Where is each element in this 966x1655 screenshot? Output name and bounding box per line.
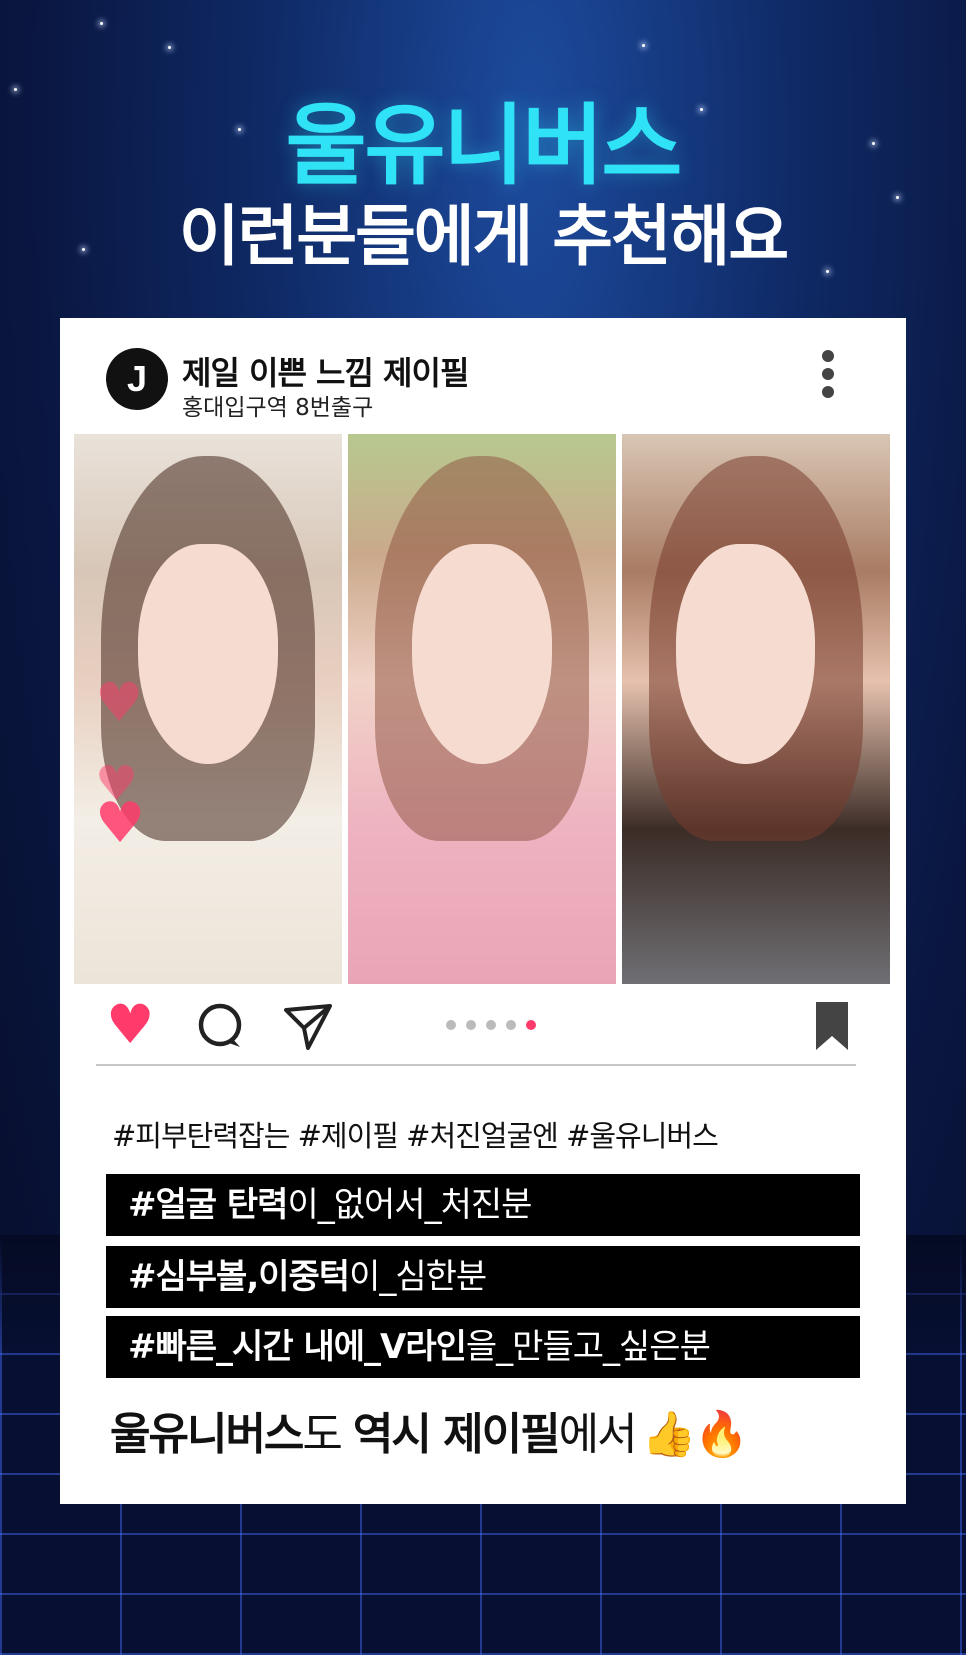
highlight-line-2: #심부볼,이중턱이_심한분 bbox=[106, 1246, 860, 1308]
closing-caption: 울유니버스도 역시 제이필에서 👍🔥 bbox=[110, 1409, 750, 1460]
page-title: 울유니버스 bbox=[285, 94, 683, 197]
thumbs-up-fire-icon: 👍🔥 bbox=[641, 1409, 750, 1460]
photo-strip[interactable] bbox=[74, 434, 890, 984]
highlight-line-3: #빠른_시간 내에_V라인을_만들고_싶은분 bbox=[106, 1316, 860, 1378]
bookmark-icon[interactable] bbox=[812, 1000, 852, 1052]
send-icon[interactable] bbox=[282, 1000, 334, 1052]
post-card: J 제일 이쁜 느낌 제이필 홍대입구역 8번출구 ♥ ♥ ♥ ♥ #피부탄력잡… bbox=[60, 318, 906, 1504]
photo-3 bbox=[622, 434, 890, 984]
floating-heart-icon: ♥ bbox=[95, 791, 146, 856]
floating-heart-icon: ♥ bbox=[95, 671, 144, 734]
page-subtitle: 이런분들에게 추천해요 bbox=[178, 198, 789, 275]
post-location[interactable]: 홍대입구역 8번출구 bbox=[182, 388, 373, 422]
divider bbox=[96, 1064, 856, 1066]
photo-2 bbox=[348, 434, 616, 984]
avatar[interactable]: J bbox=[106, 348, 168, 410]
comment-icon[interactable] bbox=[194, 1000, 246, 1052]
post-actions: ♥ bbox=[106, 998, 866, 1060]
carousel-indicator bbox=[446, 1020, 536, 1030]
more-options-icon[interactable] bbox=[818, 350, 838, 406]
highlight-line-1: #얼굴 탄력이_없어서_처진분 bbox=[106, 1174, 860, 1236]
like-heart-icon[interactable]: ♥ bbox=[106, 998, 154, 1052]
hashtag-line: #피부탄력잡는 #제이필 #처진얼굴엔 #울유니버스 bbox=[112, 1119, 719, 1153]
